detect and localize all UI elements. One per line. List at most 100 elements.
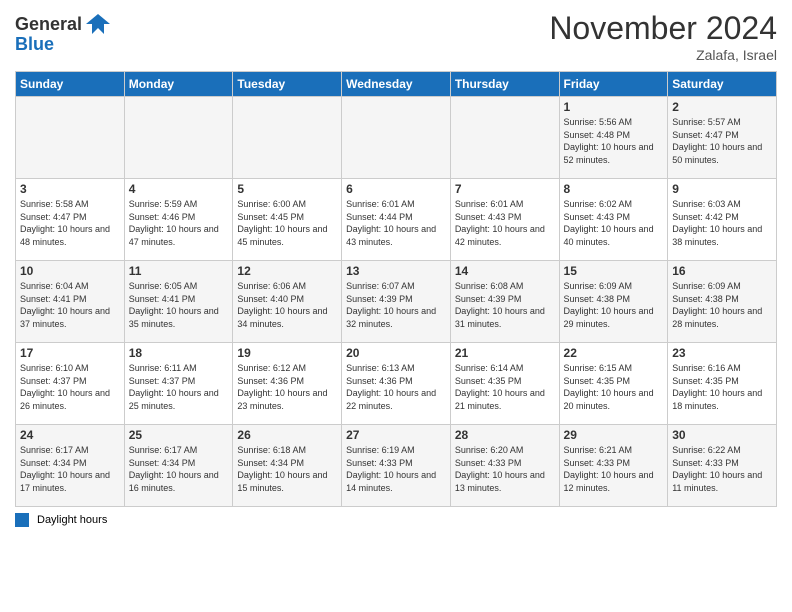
calendar-cell: 23 Sunrise: 6:16 AM Sunset: 4:35 PM Dayli… [668,343,777,425]
calendar-cell [124,97,233,179]
day-info: Sunrise: 6:09 AM Sunset: 4:38 PM Dayligh… [672,280,772,330]
day-number: 7 [455,182,555,196]
day-number: 4 [129,182,229,196]
day-number: 19 [237,346,337,360]
calendar-cell: 17Sunrise: 6:10 AM Sunset: 4:37 PM Dayli… [16,343,125,425]
day-number: 2 [672,100,772,114]
day-info: Sunrise: 6:18 AM Sunset: 4:34 PM Dayligh… [237,444,337,494]
calendar-cell: 10 Sunrise: 6:04 AM Sunset: 4:41 PM Dayli… [16,261,125,343]
day-number: 9 [672,182,772,196]
calendar-week-row: 10 Sunrise: 6:04 AM Sunset: 4:41 PM Dayli… [16,261,777,343]
day-number: 13 [346,264,446,278]
day-number: 30 [672,428,772,442]
calendar-cell: 18 Sunrise: 6:11 AM Sunset: 4:37 PM Dayli… [124,343,233,425]
column-header-wednesday: Wednesday [342,72,451,97]
calendar-cell: 7 Sunrise: 6:01 AM Sunset: 4:43 PM Daylig… [450,179,559,261]
calendar-cell: 15 Sunrise: 6:09 AM Sunset: 4:38 PM Dayli… [559,261,668,343]
calendar-cell: 19 Sunrise: 6:12 AM Sunset: 4:36 PM Dayli… [233,343,342,425]
day-info: Sunrise: 6:17 AM Sunset: 4:34 PM Dayligh… [20,444,120,494]
day-number: 28 [455,428,555,442]
column-header-sunday: Sunday [16,72,125,97]
day-info: Sunrise: 6:08 AM Sunset: 4:39 PM Dayligh… [455,280,555,330]
day-info: Sunrise: 6:07 AM Sunset: 4:39 PM Dayligh… [346,280,446,330]
column-header-monday: Monday [124,72,233,97]
day-info: Sunrise: 5:59 AM Sunset: 4:46 PM Dayligh… [129,198,229,248]
column-header-friday: Friday [559,72,668,97]
day-number: 23 [672,346,772,360]
day-number: 5 [237,182,337,196]
header: General Blue November 2024 Zalafa, Israe… [15,10,777,63]
day-number: 27 [346,428,446,442]
calendar-cell: 12 Sunrise: 6:06 AM Sunset: 4:40 PM Dayli… [233,261,342,343]
calendar-cell: 2Sunrise: 5:57 AM Sunset: 4:47 PM Daylig… [668,97,777,179]
day-info: Sunrise: 6:06 AM Sunset: 4:40 PM Dayligh… [237,280,337,330]
logo-text-block: General Blue [15,10,114,55]
calendar-cell [16,97,125,179]
calendar-cell: 3 Sunrise: 5:58 AM Sunset: 4:47 PM Daylig… [16,179,125,261]
day-number: 20 [346,346,446,360]
logo: General Blue [15,10,114,55]
day-info: Sunrise: 6:12 AM Sunset: 4:36 PM Dayligh… [237,362,337,412]
day-number: 18 [129,346,229,360]
month-title: November 2024 [549,10,777,47]
day-info: Sunrise: 6:11 AM Sunset: 4:37 PM Dayligh… [129,362,229,412]
day-number: 26 [237,428,337,442]
day-number: 15 [564,264,664,278]
calendar-cell: 27 Sunrise: 6:19 AM Sunset: 4:33 PM Dayli… [342,425,451,507]
calendar-cell: 4 Sunrise: 5:59 AM Sunset: 4:46 PM Daylig… [124,179,233,261]
day-info: Sunrise: 6:19 AM Sunset: 4:33 PM Dayligh… [346,444,446,494]
calendar-cell: 28 Sunrise: 6:20 AM Sunset: 4:33 PM Dayli… [450,425,559,507]
calendar-week-row: 24 Sunrise: 6:17 AM Sunset: 4:34 PM Dayli… [16,425,777,507]
calendar-cell: 24 Sunrise: 6:17 AM Sunset: 4:34 PM Dayli… [16,425,125,507]
day-info: Sunrise: 6:16 AM Sunset: 4:35 PM Dayligh… [672,362,772,412]
day-info: Sunrise: 6:05 AM Sunset: 4:41 PM Dayligh… [129,280,229,330]
day-info: Sunrise: 6:01 AM Sunset: 4:44 PM Dayligh… [346,198,446,248]
day-info: Sunrise: 6:09 AM Sunset: 4:38 PM Dayligh… [564,280,664,330]
day-number: 6 [346,182,446,196]
day-number: 12 [237,264,337,278]
day-number: 24 [20,428,120,442]
day-number: 14 [455,264,555,278]
day-info: Sunrise: 5:58 AM Sunset: 4:47 PM Dayligh… [20,198,120,248]
day-info: Sunrise: 6:01 AM Sunset: 4:43 PM Dayligh… [455,198,555,248]
calendar-cell [233,97,342,179]
day-info: Sunrise: 6:00 AM Sunset: 4:45 PM Dayligh… [237,198,337,248]
day-info: Sunrise: 6:04 AM Sunset: 4:41 PM Dayligh… [20,280,120,330]
legend: Daylight hours [15,513,777,527]
day-info: Sunrise: 6:02 AM Sunset: 4:43 PM Dayligh… [564,198,664,248]
calendar-week-row: 1Sunrise: 5:56 AM Sunset: 4:48 PM Daylig… [16,97,777,179]
calendar-cell [450,97,559,179]
legend-color-box [15,513,29,527]
calendar-cell: 5 Sunrise: 6:00 AM Sunset: 4:45 PM Daylig… [233,179,342,261]
calendar-cell: 30 Sunrise: 6:22 AM Sunset: 4:33 PM Dayli… [668,425,777,507]
calendar-cell: 1Sunrise: 5:56 AM Sunset: 4:48 PM Daylig… [559,97,668,179]
title-block: November 2024 Zalafa, Israel [549,10,777,63]
calendar-table: SundayMondayTuesdayWednesdayThursdayFrid… [15,71,777,507]
day-info: Sunrise: 6:21 AM Sunset: 4:33 PM Dayligh… [564,444,664,494]
calendar-cell: 6 Sunrise: 6:01 AM Sunset: 4:44 PM Daylig… [342,179,451,261]
calendar-cell: 16Sunrise: 6:09 AM Sunset: 4:38 PM Dayli… [668,261,777,343]
logo-general: General [15,14,82,35]
calendar-week-row: 3 Sunrise: 5:58 AM Sunset: 4:47 PM Daylig… [16,179,777,261]
day-number: 10 [20,264,120,278]
day-number: 3 [20,182,120,196]
column-header-saturday: Saturday [668,72,777,97]
day-number: 21 [455,346,555,360]
calendar-cell: 14 Sunrise: 6:08 AM Sunset: 4:39 PM Dayli… [450,261,559,343]
calendar-cell: 29Sunrise: 6:21 AM Sunset: 4:33 PM Dayli… [559,425,668,507]
location-subtitle: Zalafa, Israel [549,47,777,63]
calendar-cell: 20Sunrise: 6:13 AM Sunset: 4:36 PM Dayli… [342,343,451,425]
day-info: Sunrise: 6:22 AM Sunset: 4:33 PM Dayligh… [672,444,772,494]
day-info: Sunrise: 6:10 AM Sunset: 4:37 PM Dayligh… [20,362,120,412]
logo-bird-icon [84,10,112,38]
day-info: Sunrise: 6:14 AM Sunset: 4:35 PM Dayligh… [455,362,555,412]
day-number: 11 [129,264,229,278]
calendar-cell: 21 Sunrise: 6:14 AM Sunset: 4:35 PM Dayli… [450,343,559,425]
calendar-cell: 22Sunrise: 6:15 AM Sunset: 4:35 PM Dayli… [559,343,668,425]
day-number: 8 [564,182,664,196]
legend-label: Daylight hours [37,514,107,526]
column-header-thursday: Thursday [450,72,559,97]
calendar-cell: 25Sunrise: 6:17 AM Sunset: 4:34 PM Dayli… [124,425,233,507]
day-info: Sunrise: 6:17 AM Sunset: 4:34 PM Dayligh… [129,444,229,494]
day-info: Sunrise: 6:20 AM Sunset: 4:33 PM Dayligh… [455,444,555,494]
